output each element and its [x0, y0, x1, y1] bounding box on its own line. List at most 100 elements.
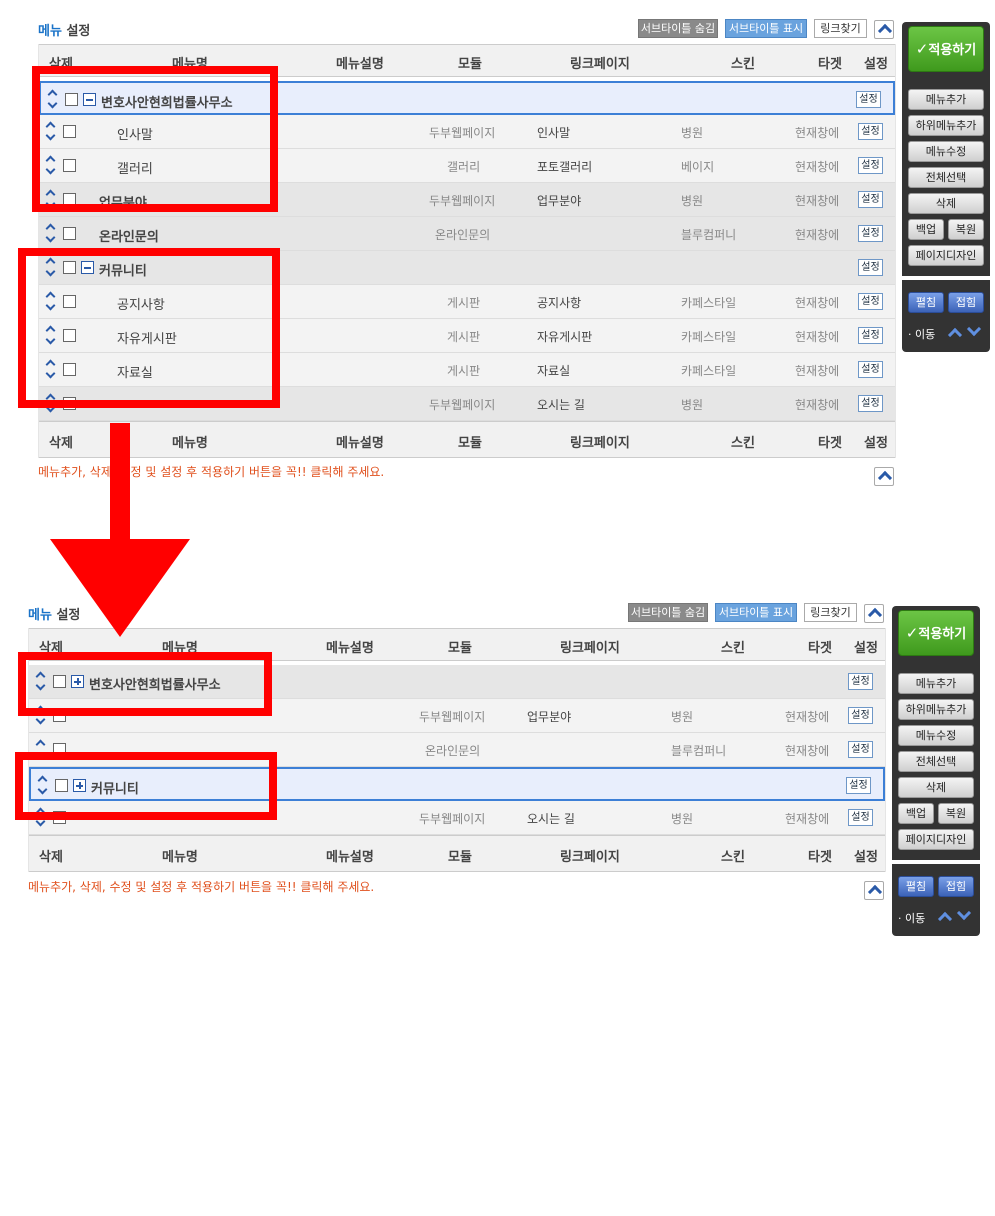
table-row[interactable]: 온라인문의 온라인문의 블루컴퍼니 현재창에 설정: [39, 217, 895, 251]
skin-cell: 병원: [671, 710, 694, 724]
collapse-button[interactable]: 접힘: [948, 292, 984, 313]
row-settings-button[interactable]: 설정: [848, 707, 873, 724]
expand-button[interactable]: 펼침: [898, 876, 934, 897]
col-module: 모듈: [458, 57, 482, 72]
foot-col-module: 모듈: [458, 436, 482, 451]
select-all-button[interactable]: 전체선택: [898, 751, 974, 772]
menu-name: 온라인문의: [99, 230, 159, 245]
page-title: 메뉴 설정: [38, 24, 91, 39]
edit-menu-button[interactable]: 메뉴수정: [898, 725, 974, 746]
target-cell: 현재창에: [795, 194, 840, 208]
apply-button[interactable]: ✓적용하기: [898, 610, 974, 656]
row-settings-button[interactable]: 설정: [848, 809, 873, 826]
module-cell: 두부웹페이지: [419, 710, 486, 724]
skin-cell: 블루컴퍼니: [671, 744, 727, 758]
row-settings-button[interactable]: 설정: [846, 777, 871, 794]
link-cell: 인사말: [537, 126, 571, 140]
find-link-button[interactable]: 링크찾기: [804, 603, 857, 622]
move-down-icon[interactable]: [966, 321, 982, 337]
notice-text: 메뉴추가, 삭제, 수정 및 설정 후 적용하기 버튼을 꼭!! 클릭해 주세요…: [38, 465, 385, 479]
backup-button[interactable]: 백업: [908, 219, 944, 240]
move-down-icon[interactable]: [956, 905, 972, 921]
col-link-page: 링크페이지: [570, 57, 630, 72]
hide-subtitle-button[interactable]: 서브타이틀 숨김: [628, 603, 708, 622]
delete-button[interactable]: 삭제: [908, 193, 984, 214]
row-settings-button[interactable]: 설정: [856, 91, 881, 108]
find-link-button[interactable]: 링크찾기: [814, 19, 867, 38]
module-cell: 두부웹페이지: [429, 126, 496, 140]
skin-cell: 카페스타일: [681, 296, 737, 310]
target-cell: 현재창에: [795, 228, 840, 242]
add-menu-button[interactable]: 메뉴추가: [908, 89, 984, 110]
foot-col-menu-desc: 메뉴설명: [326, 850, 374, 865]
highlight-box: [15, 752, 277, 820]
target-cell: 현재창에: [795, 160, 840, 174]
move-label: · 이동: [908, 328, 936, 341]
highlight-box: [32, 66, 278, 212]
collapse-button[interactable]: 접힘: [938, 876, 974, 897]
move-up-icon[interactable]: [947, 327, 963, 343]
target-cell: 현재창에: [795, 296, 840, 310]
show-subtitle-button[interactable]: 서브타이틀 표시: [715, 603, 797, 622]
highlight-box: [18, 652, 272, 716]
row-checkbox[interactable]: [63, 227, 76, 240]
move-arrows-icon[interactable]: [45, 224, 55, 244]
table-footer: 삭제 메뉴명 메뉴설명 모듈 링크페이지 스킨 타겟 설정: [39, 421, 895, 458]
row-settings-button[interactable]: 설정: [858, 191, 883, 208]
expand-button[interactable]: 펼침: [908, 292, 944, 313]
select-all-button[interactable]: 전체선택: [908, 167, 984, 188]
sidebar-toolbar: ✓적용하기 메뉴추가 하위메뉴추가 메뉴수정 전체선택 삭제 백업 복원 페이지…: [902, 22, 990, 352]
scroll-top-icon[interactable]: [864, 881, 884, 900]
add-submenu-button[interactable]: 하위메뉴추가: [898, 699, 974, 720]
row-settings-button[interactable]: 설정: [858, 361, 883, 378]
scroll-top-icon[interactable]: [874, 467, 894, 486]
down-arrow-icon: [110, 423, 130, 543]
restore-button[interactable]: 복원: [948, 219, 984, 240]
skin-cell: 병원: [681, 194, 704, 208]
row-settings-button[interactable]: 설정: [858, 293, 883, 310]
scroll-top-icon[interactable]: [864, 604, 884, 623]
skin-cell: 병원: [671, 812, 694, 826]
row-settings-button[interactable]: 설정: [858, 157, 883, 174]
col-target: 타겟: [808, 641, 832, 656]
col-settings: 설정: [854, 641, 878, 656]
skin-cell: 블루컴퍼니: [681, 228, 737, 242]
col-link-page: 링크페이지: [560, 641, 620, 656]
row-settings-button[interactable]: 설정: [848, 741, 873, 758]
skin-cell: 병원: [681, 126, 704, 140]
delete-button[interactable]: 삭제: [898, 777, 974, 798]
row-settings-button[interactable]: 설정: [848, 673, 873, 690]
add-menu-button[interactable]: 메뉴추가: [898, 673, 974, 694]
hide-subtitle-button[interactable]: 서브타이틀 숨김: [638, 19, 718, 38]
target-cell: 현재창에: [795, 126, 840, 140]
page-design-button[interactable]: 페이지디자인: [908, 245, 984, 266]
row-settings-button[interactable]: 설정: [858, 395, 883, 412]
foot-col-link-page: 링크페이지: [560, 850, 620, 865]
row-settings-button[interactable]: 설정: [858, 259, 883, 276]
target-cell: 현재창에: [785, 710, 830, 724]
foot-col-skin: 스킨: [721, 850, 745, 865]
move-up-icon[interactable]: [937, 911, 953, 927]
move-label: · 이동: [898, 912, 926, 925]
link-cell: 오시는 길: [527, 812, 575, 826]
backup-button[interactable]: 백업: [898, 803, 934, 824]
row-settings-button[interactable]: 설정: [858, 225, 883, 242]
restore-button[interactable]: 복원: [938, 803, 974, 824]
scroll-top-icon[interactable]: [874, 20, 894, 39]
apply-button[interactable]: ✓적용하기: [908, 26, 984, 72]
foot-col-link-page: 링크페이지: [570, 436, 630, 451]
table-footer: 삭제 메뉴명 메뉴설명 모듈 링크페이지 스킨 타겟 설정: [29, 835, 885, 872]
module-cell: 온라인문의: [435, 228, 491, 242]
foot-col-module: 모듈: [448, 850, 472, 865]
foot-col-settings: 설정: [854, 850, 878, 865]
module-cell: 갤러리: [447, 160, 481, 174]
foot-col-target: 타겟: [808, 850, 832, 865]
row-settings-button[interactable]: 설정: [858, 123, 883, 140]
show-subtitle-button[interactable]: 서브타이틀 표시: [725, 19, 807, 38]
page-design-button[interactable]: 페이지디자인: [898, 829, 974, 850]
edit-menu-button[interactable]: 메뉴수정: [908, 141, 984, 162]
add-submenu-button[interactable]: 하위메뉴추가: [908, 115, 984, 136]
row-settings-button[interactable]: 설정: [858, 327, 883, 344]
skin-cell: 카페스타일: [681, 330, 737, 344]
col-module: 모듈: [448, 641, 472, 656]
